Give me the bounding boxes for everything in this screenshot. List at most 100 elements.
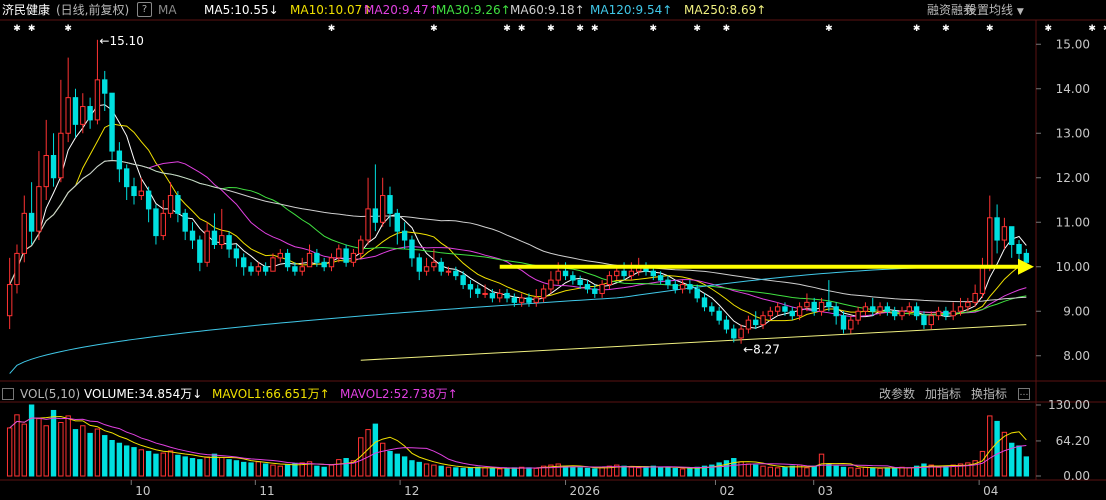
volume-bar [460,467,466,477]
stock-chart-window: 济民健康 (日线,前复权) ? MA MA5:10.55↓ MA10:10.07↑… [0,0,1106,500]
candle-body [423,266,430,272]
time-tick-label: 12 [404,484,419,498]
candle-body [460,275,466,286]
candle-body [167,195,174,214]
volume-bar [123,445,130,477]
volume-bar [731,458,737,477]
volume-bar [467,467,474,477]
volume-bar [943,465,949,477]
ma20-line [9,160,1027,317]
volume-bar [599,466,605,477]
candle-body [489,292,496,299]
volume-bar [635,467,642,477]
volume-bar [840,466,847,477]
volume-bar [482,467,488,477]
candle-body [782,306,788,312]
candle-body [445,270,452,273]
event-marker-icon: ✱ [13,24,21,34]
candle-body [606,275,613,286]
volume-bar [621,465,627,477]
event-marker-icon: ✱ [64,24,72,34]
volume-bar [145,450,152,477]
candle-body [1016,244,1022,254]
candle-body [826,301,832,308]
price-tick-label: 15.00 [1056,37,1090,51]
event-marker-icon: ✱ [1088,24,1096,34]
volume-bar [870,467,876,477]
candle-body [321,261,327,268]
candle-body [1009,226,1015,245]
candle-body [80,106,86,125]
volume-bar [679,468,686,477]
add-indicator-button[interactable]: 加指标 [925,384,961,404]
candle-body [387,195,393,214]
candle-body [840,315,847,330]
event-marker-icon: ✱ [591,24,599,34]
volume-bar [833,465,839,477]
candle-body [145,190,152,210]
candle-body [226,235,232,250]
ma250-line [360,324,1027,361]
volume-bar [877,467,883,477]
candle-body [270,257,276,272]
candle-body [87,106,93,121]
candle-body [299,266,305,272]
candle-body [745,319,752,330]
candle-body [182,212,188,232]
volume-bar [1001,431,1008,477]
volume-bar [643,466,649,477]
event-marker-icon: ✱ [503,24,511,34]
volume-bar [21,423,27,477]
candle-body [709,306,715,312]
candle-body [848,319,854,330]
volume-bar [197,459,203,477]
candle-body [1001,226,1008,241]
volume-bar [379,442,386,477]
chart-canvas[interactable]: 15.0014.0013.0012.0011.0010.009.008.0013… [0,0,1106,500]
volume-bar [416,461,422,477]
candle-body [372,208,379,223]
volume-bar [109,440,115,477]
time-tick-label: 10 [135,484,150,498]
candle-body [102,79,108,94]
candle-body [277,252,283,259]
candle-body [358,239,364,254]
volume-bar [292,463,298,477]
candle-body [921,315,927,326]
volume-bar [321,466,327,477]
candle-body [650,270,657,277]
volume-bar [504,467,510,477]
event-marker-icon: ✱ [328,24,336,34]
collapse-toggle-icon[interactable] [2,388,14,400]
candle-body [804,301,810,308]
expand-icon[interactable]: … [1018,388,1030,400]
candle-body [679,284,686,290]
volume-bar [219,456,225,477]
volume-bar [848,467,854,477]
volume-bar [116,442,123,477]
volume-bar [811,465,817,477]
candle-body [526,297,532,303]
volume-bar [255,461,262,477]
volume-bar [994,420,1000,477]
volume-bar [862,466,869,477]
volume-bar [789,465,795,477]
candle-body [6,284,13,317]
event-marker-icon: ✱ [913,24,921,34]
volume-bar [80,425,86,477]
candle-body [738,328,744,339]
candle-body [336,248,342,259]
candle-body [811,301,817,312]
volume-bar [438,465,444,477]
volume-bar [343,458,349,477]
volume-bar [189,458,196,477]
candle-body [219,235,225,246]
switch-indicator-button[interactable]: 换指标 [971,384,1007,404]
volume-bar [409,460,415,477]
change-params-button[interactable]: 改参数 [879,384,915,404]
candle-body [482,292,488,295]
volume-bar [687,467,693,477]
volume-bar [650,465,657,477]
candle-body [621,270,627,277]
candle-body [906,306,913,312]
